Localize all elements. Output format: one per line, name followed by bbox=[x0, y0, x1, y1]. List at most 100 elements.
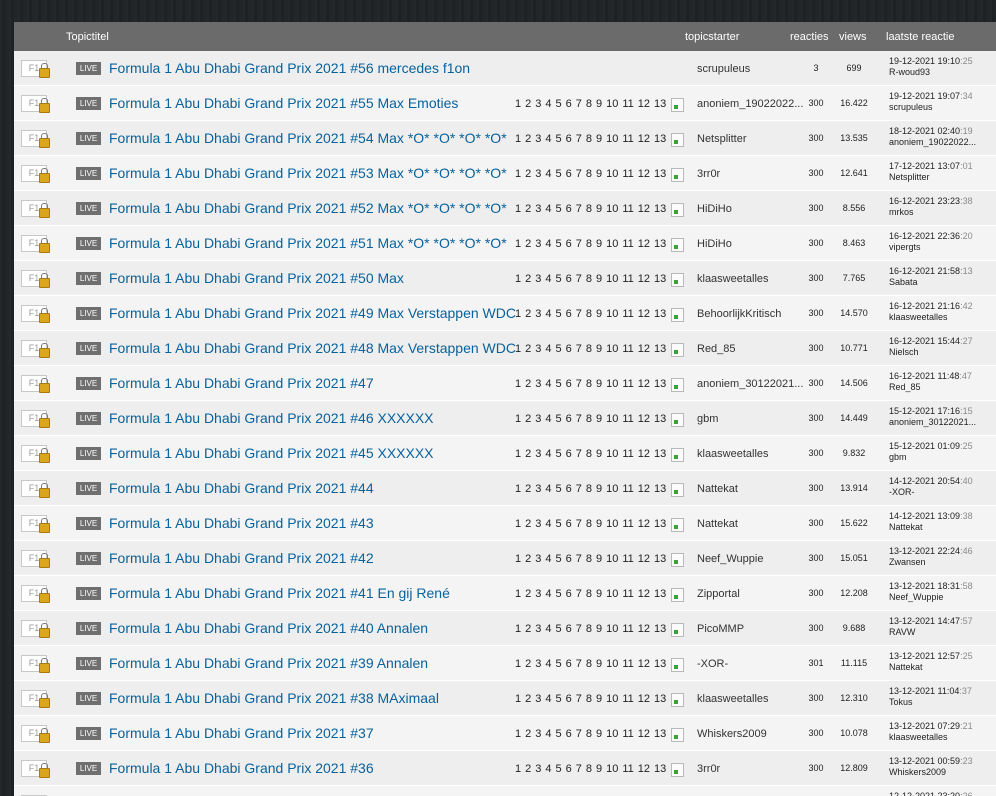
page-link[interactable]: 7 bbox=[576, 168, 582, 180]
page-link[interactable]: 2 bbox=[525, 588, 531, 600]
page-link[interactable]: 11 bbox=[622, 133, 633, 145]
page-link[interactable]: 6 bbox=[566, 763, 572, 775]
page-link[interactable]: 5 bbox=[556, 238, 562, 250]
page-link[interactable]: 2 bbox=[525, 203, 531, 215]
page-link[interactable]: 10 bbox=[606, 728, 618, 740]
topic-title-link[interactable]: Formula 1 Abu Dhabi Grand Prix 2021 #43 bbox=[109, 515, 374, 531]
page-link[interactable]: 1 bbox=[515, 658, 521, 670]
page-link[interactable]: 10 bbox=[606, 273, 618, 285]
page-link[interactable]: 3 bbox=[535, 448, 541, 460]
page-link[interactable]: 12 bbox=[638, 413, 650, 425]
page-link[interactable]: 11 bbox=[622, 378, 633, 390]
page-link[interactable]: 2 bbox=[525, 623, 531, 635]
page-link[interactable]: 11 bbox=[622, 728, 633, 740]
page-link[interactable]: 13 bbox=[654, 378, 666, 390]
page-link[interactable]: 11 bbox=[622, 588, 633, 600]
page-link[interactable]: 11 bbox=[622, 693, 633, 705]
page-link[interactable]: 6 bbox=[566, 483, 572, 495]
page-link[interactable]: 4 bbox=[545, 203, 551, 215]
page-link[interactable]: 13 bbox=[654, 553, 666, 565]
last-page-icon[interactable] bbox=[671, 588, 684, 602]
page-link[interactable]: 1 bbox=[515, 763, 521, 775]
page-link[interactable]: 12 bbox=[638, 273, 650, 285]
page-link[interactable]: 2 bbox=[525, 763, 531, 775]
page-link[interactable]: 10 bbox=[606, 308, 618, 320]
page-link[interactable]: 9 bbox=[596, 553, 602, 565]
page-link[interactable]: 4 bbox=[545, 133, 551, 145]
page-link[interactable]: 6 bbox=[566, 343, 572, 355]
page-link[interactable]: 4 bbox=[545, 553, 551, 565]
page-link[interactable]: 11 bbox=[622, 553, 633, 565]
last-page-icon[interactable] bbox=[671, 203, 684, 217]
page-link[interactable]: 4 bbox=[545, 518, 551, 530]
page-link[interactable]: 11 bbox=[622, 483, 633, 495]
page-link[interactable]: 13 bbox=[654, 693, 666, 705]
page-link[interactable]: 2 bbox=[525, 658, 531, 670]
page-link[interactable]: 2 bbox=[525, 343, 531, 355]
topic-starter[interactable]: Netsplitter bbox=[697, 133, 805, 145]
page-link[interactable]: 10 bbox=[606, 553, 618, 565]
page-link[interactable]: 12 bbox=[638, 483, 650, 495]
last-reply[interactable]: 15-12-2021 17:16:15 anoniem_30122021... bbox=[889, 406, 976, 428]
page-link[interactable]: 12 bbox=[638, 308, 650, 320]
page-link[interactable]: 7 bbox=[576, 623, 582, 635]
page-link[interactable]: 11 bbox=[622, 763, 633, 775]
last-page-icon[interactable] bbox=[671, 273, 684, 287]
last-reply[interactable]: 13-12-2021 07:29:21 klaasweetalles bbox=[889, 721, 973, 743]
page-link[interactable]: 8 bbox=[586, 623, 592, 635]
page-link[interactable]: 5 bbox=[556, 98, 562, 110]
topic-title-link[interactable]: Formula 1 Abu Dhabi Grand Prix 2021 #54 … bbox=[109, 130, 507, 146]
page-link[interactable]: 3 bbox=[535, 623, 541, 635]
last-reply[interactable]: 13-12-2021 14:47:57 RAVW bbox=[889, 616, 973, 638]
page-link[interactable]: 11 bbox=[622, 623, 633, 635]
last-reply[interactable]: 13-12-2021 00:59:23 Whiskers2009 bbox=[889, 756, 973, 778]
last-page-icon[interactable] bbox=[671, 378, 684, 392]
topic-title-link[interactable]: Formula 1 Abu Dhabi Grand Prix 2021 #52 … bbox=[109, 200, 507, 216]
page-link[interactable]: 10 bbox=[606, 693, 618, 705]
page-link[interactable]: 4 bbox=[545, 658, 551, 670]
topic-starter[interactable]: 3rr0r bbox=[697, 763, 805, 775]
page-link[interactable]: 11 bbox=[622, 448, 633, 460]
page-link[interactable]: 12 bbox=[638, 728, 650, 740]
page-link[interactable]: 3 bbox=[535, 98, 541, 110]
page-link[interactable]: 8 bbox=[586, 693, 592, 705]
page-link[interactable]: 4 bbox=[545, 448, 551, 460]
topic-starter[interactable]: Nattekat bbox=[697, 483, 805, 495]
page-link[interactable]: 4 bbox=[545, 413, 551, 425]
topic-starter[interactable]: klaasweetalles bbox=[697, 273, 805, 285]
page-link[interactable]: 8 bbox=[586, 483, 592, 495]
page-link[interactable]: 9 bbox=[596, 483, 602, 495]
page-link[interactable]: 10 bbox=[606, 763, 618, 775]
page-link[interactable]: 1 bbox=[515, 728, 521, 740]
topic-starter[interactable]: gbm bbox=[697, 413, 805, 425]
last-page-icon[interactable] bbox=[671, 518, 684, 532]
last-page-icon[interactable] bbox=[671, 728, 684, 742]
page-link[interactable]: 8 bbox=[586, 203, 592, 215]
page-link[interactable]: 4 bbox=[545, 168, 551, 180]
page-link[interactable]: 8 bbox=[586, 273, 592, 285]
page-link[interactable]: 4 bbox=[545, 343, 551, 355]
page-link[interactable]: 7 bbox=[576, 378, 582, 390]
page-link[interactable]: 13 bbox=[654, 343, 666, 355]
page-link[interactable]: 6 bbox=[566, 588, 572, 600]
page-link[interactable]: 5 bbox=[556, 133, 562, 145]
page-link[interactable]: 13 bbox=[654, 588, 666, 600]
last-reply[interactable]: 14-12-2021 13:09:38 Nattekat bbox=[889, 511, 973, 533]
topic-title-link[interactable]: Formula 1 Abu Dhabi Grand Prix 2021 #37 bbox=[109, 725, 374, 741]
page-link[interactable]: 1 bbox=[515, 553, 521, 565]
page-link[interactable]: 6 bbox=[566, 308, 572, 320]
topic-starter[interactable]: Zipportal bbox=[697, 588, 805, 600]
page-link[interactable]: 2 bbox=[525, 553, 531, 565]
page-link[interactable]: 7 bbox=[576, 693, 582, 705]
last-page-icon[interactable] bbox=[671, 658, 684, 672]
page-link[interactable]: 1 bbox=[515, 133, 521, 145]
last-page-icon[interactable] bbox=[671, 413, 684, 427]
topic-starter[interactable]: anoniem_19022022... bbox=[697, 98, 805, 110]
page-link[interactable]: 5 bbox=[556, 623, 562, 635]
page-link[interactable]: 5 bbox=[556, 763, 562, 775]
page-link[interactable]: 9 bbox=[596, 728, 602, 740]
topic-starter[interactable]: Whiskers2009 bbox=[697, 728, 805, 740]
page-link[interactable]: 7 bbox=[576, 343, 582, 355]
page-link[interactable]: 12 bbox=[638, 658, 650, 670]
last-reply[interactable]: 16-12-2021 15:44:27 Nielsch bbox=[889, 336, 973, 358]
